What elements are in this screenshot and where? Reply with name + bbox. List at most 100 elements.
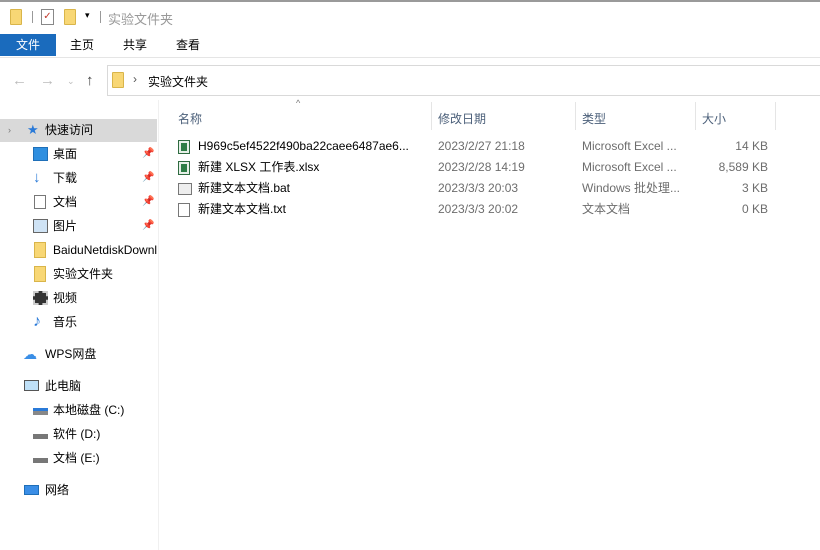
pin-icon: 📌 xyxy=(142,148,155,159)
sidebar-item-pictures[interactable]: 图片 📌 xyxy=(0,215,157,237)
file-row[interactable]: H969c5ef4522f490ba22caee6487ae6... 2023/2… xyxy=(170,136,776,157)
sidebar-label: 网络 xyxy=(45,483,70,497)
sidebar-label: 下载 xyxy=(53,171,78,185)
pin-icon: 📌 xyxy=(142,196,155,207)
computer-icon xyxy=(24,380,39,391)
sidebar-label: 快速访问 xyxy=(45,123,94,137)
sidebar-label: 实验文件夹 xyxy=(53,267,114,281)
folder-icon xyxy=(34,242,46,258)
drive-icon xyxy=(33,408,48,415)
sidebar-item-desktop[interactable]: 桌面 📌 xyxy=(0,143,157,165)
properties-icon[interactable]: ✓ xyxy=(41,9,54,25)
breadcrumb-chevron-icon[interactable]: › xyxy=(133,72,137,86)
sidebar-item-documents[interactable]: 文档 📌 xyxy=(0,191,157,213)
column-divider[interactable] xyxy=(431,102,432,130)
column-header-name[interactable]: 名称 xyxy=(178,109,202,129)
excel-file-icon xyxy=(178,140,190,154)
star-icon: ★ xyxy=(27,122,39,137)
tab-home[interactable]: 主页 xyxy=(62,34,102,56)
divider xyxy=(32,11,33,23)
customize-toolbar-dropdown-icon[interactable]: ▾ xyxy=(85,10,90,21)
file-type: Windows 批处理... xyxy=(582,181,681,195)
sidebar-item-this-pc[interactable]: 此电脑 xyxy=(0,375,157,397)
file-date: 2023/2/27 21:18 xyxy=(438,139,525,153)
sidebar-label: 视频 xyxy=(53,291,78,305)
address-bar[interactable]: › 实验文件夹 xyxy=(107,65,820,96)
file-type: 文本文档 xyxy=(582,202,631,216)
sidebar-item-network[interactable]: 网络 xyxy=(0,479,157,501)
sidebar-item-quick-access[interactable]: › ★ 快速访问 xyxy=(0,119,157,141)
file-row[interactable]: 新建文本文档.txt 2023/3/3 20:02 文本文档 0 KB xyxy=(170,199,776,220)
up-button[interactable]: ↑ xyxy=(86,72,94,89)
folder-icon xyxy=(112,72,124,91)
music-icon: ♪ xyxy=(33,313,41,330)
network-icon xyxy=(24,485,39,495)
tab-view[interactable]: 查看 xyxy=(168,34,208,56)
divider xyxy=(100,11,101,23)
download-icon: ↓ xyxy=(33,169,41,186)
sidebar-item-videos[interactable]: 视频 xyxy=(0,287,157,309)
sidebar-item-baidunetdisk[interactable]: BaiduNetdiskDownload xyxy=(0,239,157,261)
sidebar-item-drive-d[interactable]: 软件 (D:) xyxy=(0,423,157,445)
file-size: 0 KB xyxy=(741,202,768,216)
file-row[interactable]: 新建文本文档.bat 2023/3/3 20:03 Windows 批处理... 3 … xyxy=(170,178,776,199)
sidebar-label: 此电脑 xyxy=(45,379,82,393)
file-name: 新建文本文档.txt xyxy=(198,202,287,216)
video-icon xyxy=(33,291,48,305)
ribbon-divider xyxy=(0,57,820,58)
sidebar-label: 本地磁盘 (C:) xyxy=(53,403,125,417)
sidebar-label: BaiduNetdiskDownload xyxy=(53,243,157,257)
column-header-date[interactable]: 修改日期 xyxy=(438,109,486,129)
sidebar-label: 图片 xyxy=(53,219,78,233)
sidebar-item-downloads[interactable]: ↓ 下载 📌 xyxy=(0,167,157,189)
file-type: Microsoft Excel ... xyxy=(582,139,677,153)
desktop-icon xyxy=(33,147,48,161)
file-date: 2023/2/28 14:19 xyxy=(438,160,525,174)
window-top-border xyxy=(0,0,820,2)
breadcrumb-current[interactable]: 实验文件夹 xyxy=(148,73,208,90)
sidebar-item-wps-drive[interactable]: ☁ WPS网盘 xyxy=(0,343,157,365)
column-divider[interactable] xyxy=(775,102,776,130)
file-date: 2023/3/3 20:03 xyxy=(438,181,519,195)
column-header-size[interactable]: 大小 xyxy=(702,109,726,129)
window-title: 实验文件夹 xyxy=(108,12,174,27)
back-button[interactable]: ← xyxy=(12,72,27,89)
file-size: 3 KB xyxy=(741,181,768,195)
pictures-icon xyxy=(33,219,48,233)
sidebar-label: 桌面 xyxy=(53,147,78,161)
cloud-icon: ☁ xyxy=(23,346,37,362)
documents-icon xyxy=(34,195,46,209)
sidebar-label: 文档 xyxy=(53,195,78,209)
file-size: 8,589 KB xyxy=(718,160,768,174)
sidebar-label: 音乐 xyxy=(53,315,78,329)
pin-icon: 📌 xyxy=(142,220,155,231)
sidebar-item-experiment-folder[interactable]: 实验文件夹 xyxy=(0,263,157,285)
column-divider[interactable] xyxy=(575,102,576,130)
sort-ascending-icon: ^ xyxy=(296,98,301,108)
recent-locations-dropdown[interactable]: ⌄ xyxy=(67,76,75,87)
column-header-type[interactable]: 类型 xyxy=(582,109,606,129)
folder-icon xyxy=(34,266,46,282)
excel-file-icon xyxy=(178,161,190,175)
file-size: 14 KB xyxy=(735,139,768,153)
file-row[interactable]: 新建 XLSX 工作表.xlsx 2023/2/28 14:19 Microsoft… xyxy=(170,157,776,178)
pane-divider[interactable] xyxy=(158,100,159,550)
file-date: 2023/3/3 20:02 xyxy=(438,202,519,216)
sidebar-item-drive-e[interactable]: 文档 (E:) xyxy=(0,447,157,469)
forward-button[interactable]: → xyxy=(40,72,55,89)
tab-file[interactable]: 文件 xyxy=(0,34,56,56)
drive-icon xyxy=(33,434,48,439)
file-name: H969c5ef4522f490ba22caee6487ae6... xyxy=(198,139,409,153)
text-file-icon xyxy=(178,203,190,217)
pin-icon: 📌 xyxy=(142,172,155,183)
sidebar-label: 软件 (D:) xyxy=(53,427,101,441)
file-name: 新建 XLSX 工作表.xlsx xyxy=(198,160,320,174)
file-name: 新建文本文档.bat xyxy=(198,181,291,195)
sidebar-item-drive-c[interactable]: 本地磁盘 (C:) xyxy=(0,399,157,421)
new-folder-icon[interactable] xyxy=(64,9,76,28)
sidebar-item-music[interactable]: ♪ 音乐 xyxy=(0,311,157,333)
column-divider[interactable] xyxy=(695,102,696,130)
folder-icon xyxy=(10,9,22,28)
sidebar-label: WPS网盘 xyxy=(45,347,97,361)
tab-share[interactable]: 共享 xyxy=(115,34,155,56)
